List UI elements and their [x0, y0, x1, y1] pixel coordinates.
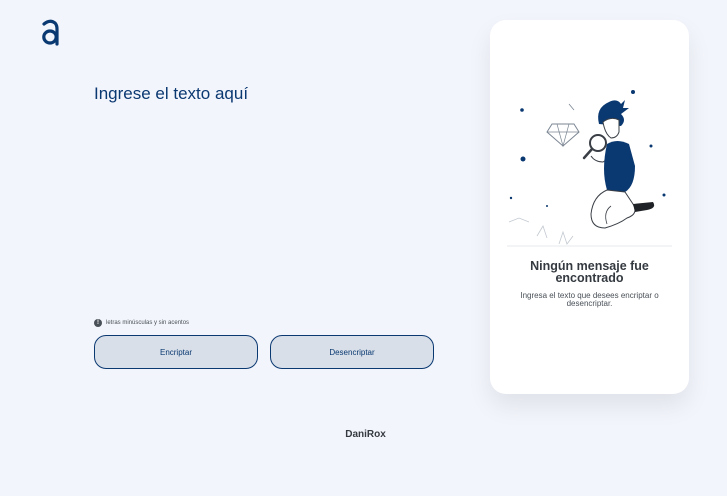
text-input[interactable]: [94, 84, 434, 304]
hint-text: letras minúsculas y sin acentos: [106, 320, 190, 326]
alura-logo-icon[interactable]: [40, 18, 60, 46]
encrypt-button[interactable]: Encriptar: [94, 335, 258, 369]
magnifier-person-illustration: [507, 90, 672, 247]
result-panel: Ningún mensaje fue encontrado Ingresa el…: [490, 20, 689, 394]
result-title: Ningún mensaje fue encontrado: [530, 259, 649, 285]
footer: DaniRox: [0, 424, 727, 442]
footer-text: DaniRox: [345, 429, 386, 440]
info-icon: !: [94, 319, 102, 327]
decrypt-button[interactable]: Desencriptar: [270, 335, 434, 369]
input-hint: ! letras minúsculas y sin acentos: [94, 319, 189, 327]
result-subtitle: Ingresa el texto que desees encriptar o …: [520, 291, 659, 308]
